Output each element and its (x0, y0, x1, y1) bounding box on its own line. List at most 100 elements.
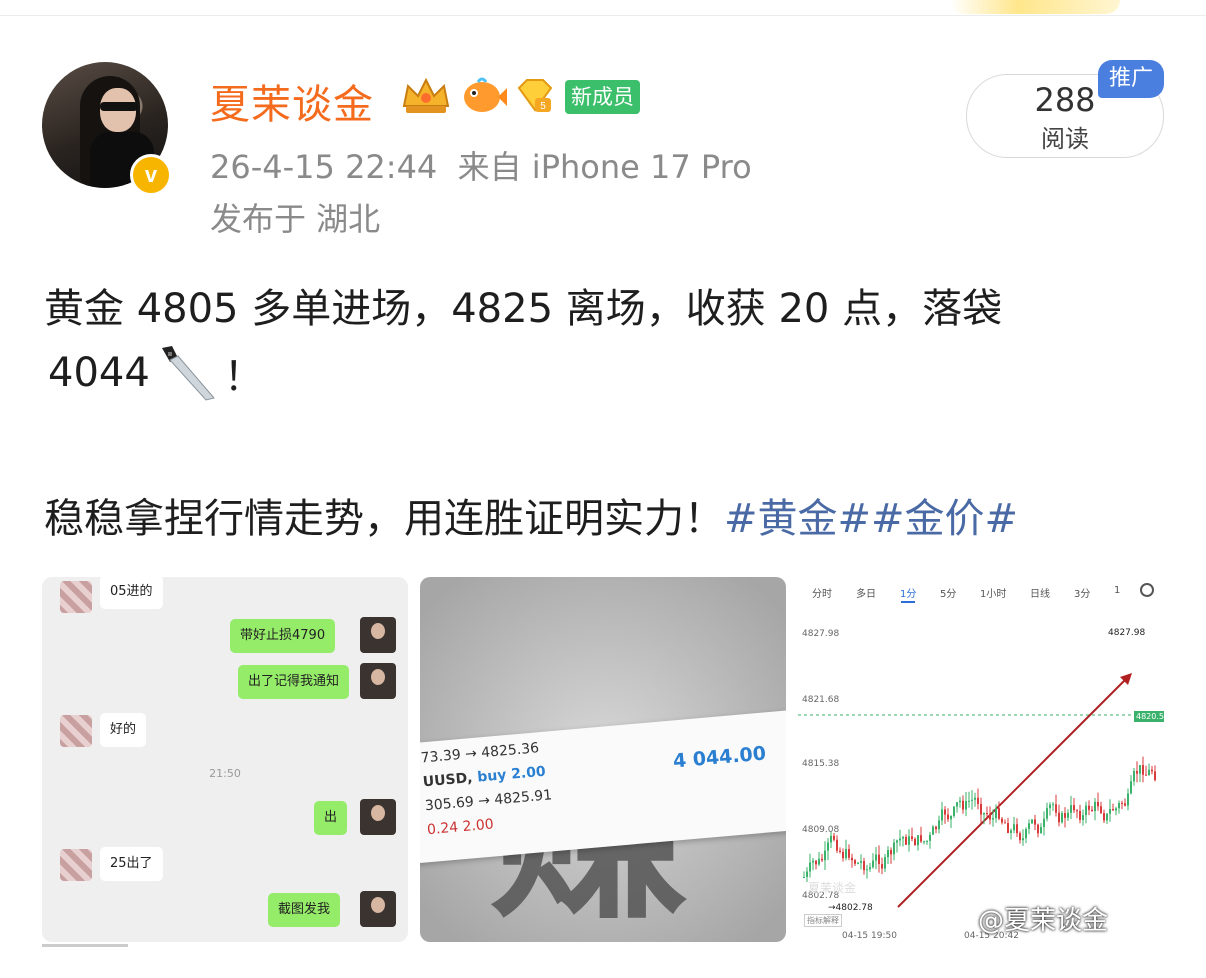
tab-timeshare[interactable]: 分时 (812, 585, 832, 600)
candle-body (926, 840, 928, 842)
post-text: 稳稳拿捏行情走势，用连胜证明实力！ (44, 496, 724, 542)
chat-message: 出 (314, 801, 348, 835)
trade-line: 73.39 → 4825.36 (420, 740, 540, 767)
candle-body (1082, 815, 1084, 820)
candle-body (959, 800, 961, 803)
diamond-badge-icon[interactable]: 5 (513, 76, 557, 116)
trade-strip: 4 044.00 73.39 → 4825.36 UUSD, buy 2.00 … (420, 708, 786, 866)
tab-1[interactable]: 1 (1114, 585, 1120, 596)
candle-body (932, 826, 934, 835)
fish-badge-icon[interactable] (460, 76, 508, 116)
candle-body (809, 862, 811, 872)
candle-body (821, 858, 823, 861)
candle-body (833, 835, 835, 840)
tab-1hour[interactable]: 1小时 (980, 585, 1006, 600)
x-tick: 04-15 19:50 (842, 931, 897, 941)
chart-tabs: 分时 多日 1分 5分 1小时 日线 3分 1 (798, 577, 1164, 605)
candle-body (971, 799, 973, 801)
image-gold-chart[interactable]: 分时 多日 1分 5分 1小时 日线 3分 1 4827.98 4821.68 … (798, 577, 1164, 942)
candle-body (827, 842, 829, 851)
candle-body (1139, 765, 1141, 774)
candle-body (941, 809, 943, 821)
watermark: @夏茉谈金 (978, 906, 1109, 936)
post-text-line1: 黄金 4805 多单进场，4825 离场，收获 20 点，落袋 (44, 286, 1003, 332)
post-text-line3: 稳稳拿捏行情走势，用连胜证明实力！#黄金##金价# (44, 486, 1018, 544)
candle-body (1118, 802, 1120, 809)
divider (0, 15, 1206, 16)
candle-body (1070, 805, 1072, 813)
promo-button[interactable]: 推广 (1098, 60, 1164, 98)
candle-body (860, 861, 862, 863)
username[interactable]: 夏茉谈金 (210, 72, 374, 130)
candle-body (863, 861, 865, 871)
candle-body (914, 838, 916, 846)
post-source: 来自 iPhone 17 Pro (457, 148, 752, 186)
candle-body (1040, 827, 1042, 834)
hashtag-gold[interactable]: #黄金# (724, 496, 871, 542)
candle-body (887, 850, 889, 858)
image-chat-screenshot[interactable]: 05进的 带好止损4790 出了记得我通知 好的 21:50 出 25出了 截图… (42, 577, 408, 942)
top-banner-decoration (950, 0, 1120, 14)
candle-body (1106, 813, 1108, 821)
candle-body (908, 836, 910, 845)
candle-body (950, 815, 952, 820)
candle-body (830, 835, 832, 843)
chat-message: 25出了 (100, 847, 163, 881)
new-member-badge: 新成员 (565, 80, 640, 114)
tab-5min[interactable]: 5分 (940, 585, 956, 600)
candle-body (1151, 769, 1153, 772)
user-avatar (360, 891, 396, 927)
candle-body (866, 869, 868, 871)
candle-body (1013, 824, 1015, 831)
candle-body (1136, 771, 1138, 774)
candle-body (1127, 793, 1129, 806)
candle-body (869, 867, 871, 870)
candle-body (1061, 813, 1063, 823)
candle-body (848, 849, 850, 858)
tab-indicator (901, 601, 915, 603)
user-avatar (360, 799, 396, 835)
post-amount: 4044 (48, 350, 150, 396)
image-profit-screenshot[interactable]: 赚 4 044.00 73.39 → 4825.36 UUSD, buy 2.0… (420, 577, 786, 942)
candle-body (1007, 822, 1009, 833)
chat-message: 带好止损4790 (230, 619, 336, 653)
trade-pair: UUSD, buy 2.00 (422, 763, 547, 791)
candle-body (890, 850, 892, 855)
candle-body (1073, 805, 1075, 811)
candle-body (1067, 812, 1069, 818)
candle-body (920, 835, 922, 842)
candle-body (1148, 769, 1150, 776)
hashtag-gold-price[interactable]: #金价# (871, 496, 1018, 542)
candle-body (1019, 833, 1021, 841)
candle-body (878, 854, 880, 865)
tab-3min[interactable]: 3分 (1074, 585, 1090, 600)
candle-body (923, 841, 925, 843)
candle-body (875, 854, 877, 861)
indicator-explain-button[interactable]: 指标解释 (804, 914, 842, 927)
candle-body (1010, 830, 1012, 833)
tab-multiday[interactable]: 多日 (856, 585, 876, 600)
candle-body (935, 826, 937, 830)
candle-body (917, 835, 919, 846)
tab-1min[interactable]: 1分 (900, 585, 916, 600)
crown-badge-icon[interactable] (398, 76, 454, 116)
candle-body (902, 836, 904, 839)
candle-body (884, 857, 886, 869)
candle-body (929, 834, 931, 841)
candle-body (803, 876, 805, 878)
candle-body (845, 849, 847, 859)
candle-body (851, 857, 853, 861)
candle-body (1112, 809, 1114, 811)
candle-body (1058, 812, 1060, 823)
candle-body (1076, 810, 1078, 812)
candle-body (1145, 774, 1147, 776)
settings-icon[interactable] (1140, 583, 1154, 597)
candle-body (842, 851, 844, 859)
tab-daily[interactable]: 日线 (1030, 585, 1050, 600)
candle-body (812, 860, 814, 863)
profit-value: 4 044.00 (672, 742, 767, 773)
candle-body (944, 809, 946, 815)
read-label: 阅读 (1041, 125, 1089, 153)
candle-body (1115, 808, 1117, 811)
candle-body (986, 813, 988, 815)
